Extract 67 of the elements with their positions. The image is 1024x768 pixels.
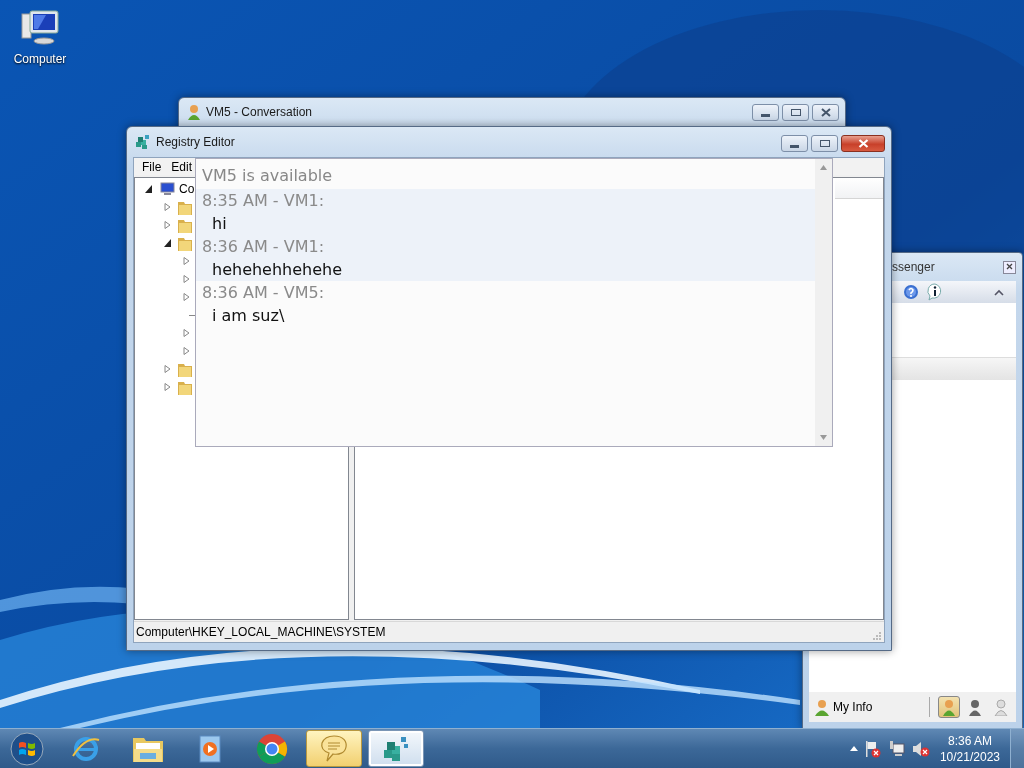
key-path: Computer\HKEY_LOCAL_MACHINE\SYSTEM	[136, 625, 386, 639]
folder-icon	[178, 379, 192, 395]
user-icon	[968, 698, 982, 716]
folder-icon	[178, 199, 192, 215]
close-button[interactable]	[841, 135, 885, 152]
desktop-shortcut[interactable]: Computer	[6, 8, 74, 66]
collapse-arrow-icon[interactable]	[145, 185, 152, 193]
scroll-up-arrow-icon[interactable]	[820, 165, 827, 170]
minimize-button[interactable]	[781, 135, 808, 152]
close-icon	[820, 108, 831, 117]
folder-icon	[178, 361, 192, 377]
my-info-link[interactable]: My Info	[833, 700, 873, 714]
menu-item[interactable]: File	[137, 159, 167, 174]
message-text: hi	[196, 212, 815, 235]
expand-arrow-icon[interactable]	[183, 293, 190, 301]
message-header: 8:36 AM - VM1:	[196, 235, 815, 258]
maximize-button[interactable]	[782, 104, 809, 121]
folder-icon	[178, 217, 192, 233]
message-header: 8:35 AM - VM1:	[196, 189, 815, 212]
volume-muted-icon[interactable]	[911, 739, 930, 758]
close-button[interactable]	[1003, 260, 1016, 274]
expand-arrow-icon[interactable]	[183, 347, 190, 355]
close-button[interactable]	[812, 104, 839, 121]
show-desktop-button[interactable]	[1010, 729, 1024, 768]
show-hidden-icons-arrow[interactable]	[849, 746, 858, 751]
expand-arrow-icon[interactable]	[164, 383, 171, 391]
maximize-button[interactable]	[811, 135, 838, 152]
message-text: hehehehhehehe	[196, 258, 815, 281]
collapse-arrow-icon[interactable]	[164, 239, 171, 247]
window-title: VM5 - Conversation	[206, 105, 313, 119]
tree-item[interactable]: Co	[179, 182, 195, 196]
clock[interactable]: 8:36 AM 10/21/2023	[939, 732, 1000, 765]
user-icon	[942, 698, 956, 716]
taskbar-app-button[interactable]	[368, 730, 424, 767]
window-title: ssenger	[892, 260, 935, 274]
minimize-button[interactable]	[752, 104, 779, 121]
chevron-up-icon[interactable]	[994, 288, 1004, 296]
status-button[interactable]	[938, 696, 960, 718]
info-icon[interactable]	[926, 283, 944, 301]
expand-arrow-icon[interactable]	[183, 257, 190, 265]
computer-icon	[18, 8, 62, 48]
message-header: 8:36 AM - VM5:	[201, 282, 326, 304]
expand-arrow-icon[interactable]	[164, 365, 171, 373]
user-icon	[187, 104, 201, 120]
message-text: i am suz\	[211, 305, 286, 327]
expand-arrow-icon[interactable]	[183, 275, 190, 283]
help-icon[interactable]	[903, 284, 919, 300]
cubes-icon	[135, 134, 151, 150]
resize-grip-icon[interactable]	[873, 632, 881, 640]
menu-item[interactable]: Edit	[166, 159, 198, 174]
window-title: Registry Editor	[156, 135, 235, 149]
expand-arrow-icon[interactable]	[164, 203, 171, 211]
close-icon	[1006, 262, 1013, 270]
presence-status: VM5 is available	[201, 166, 334, 187]
expand-arrow-icon[interactable]	[183, 329, 190, 337]
flag-error-icon[interactable]	[863, 739, 882, 758]
close-icon	[857, 139, 869, 148]
round-logo-icon	[256, 732, 288, 765]
expand-arrow-icon[interactable]	[164, 221, 171, 229]
user-icon	[994, 698, 1008, 716]
four-color-flag-icon	[10, 731, 44, 766]
scroll-down-arrow-icon[interactable]	[820, 435, 827, 440]
network-icon[interactable]	[887, 739, 906, 758]
computer-icon	[159, 181, 175, 197]
user-icon	[815, 698, 829, 716]
scrollbar[interactable]	[815, 159, 832, 446]
folder-icon	[178, 235, 192, 251]
